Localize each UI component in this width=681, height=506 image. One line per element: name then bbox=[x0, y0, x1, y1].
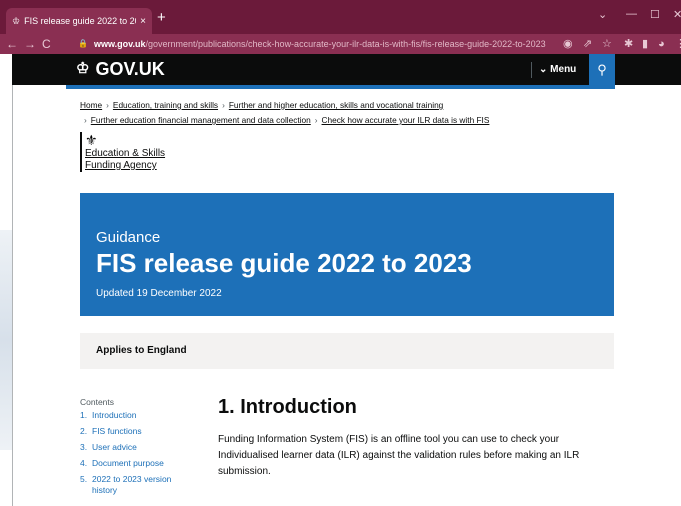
contents-item-link[interactable]: FIS functions bbox=[92, 426, 142, 437]
minimize-icon[interactable]: — bbox=[626, 8, 637, 20]
govuk-logo[interactable]: ♔ GOV.UK bbox=[76, 58, 165, 80]
breadcrumb-chevron-icon: › bbox=[106, 100, 109, 110]
title-banner: Guidance FIS release guide 2022 to 2023 … bbox=[80, 193, 614, 316]
document-type: Guidance bbox=[96, 229, 161, 246]
breadcrumb-check-ilr[interactable]: Check how accurate your ILR data is with… bbox=[322, 115, 490, 125]
breadcrumb-education[interactable]: Education, training and skills bbox=[113, 100, 218, 110]
contents-item-number: 4. bbox=[80, 458, 88, 468]
contents-item[interactable]: 3. User advice bbox=[80, 442, 190, 453]
header-blue-rule bbox=[66, 85, 615, 89]
applies-to-text: Applies to England bbox=[96, 345, 187, 356]
breadcrumb-line-1: Home › Education, training and skills › Furt… bbox=[80, 98, 489, 113]
url-path: /government/publications/check-how-accur… bbox=[145, 39, 546, 49]
updated-date: Updated 19 December 2022 bbox=[96, 288, 222, 299]
forward-icon[interactable]: → bbox=[24, 36, 36, 52]
contents-item-link[interactable]: Document purpose bbox=[92, 458, 164, 469]
browser-menu-icon[interactable]: ⋮ bbox=[675, 36, 681, 52]
contents-item[interactable]: 1. Introduction bbox=[80, 410, 190, 421]
back-icon[interactable]: ← bbox=[6, 36, 18, 52]
side-panel-icon[interactable]: ▮ bbox=[642, 36, 648, 52]
maximize-icon[interactable]: ☐ bbox=[650, 8, 660, 21]
tab-close-icon[interactable]: × bbox=[140, 16, 146, 27]
breadcrumb-home[interactable]: Home bbox=[80, 100, 102, 110]
search-button[interactable]: ⚲ bbox=[589, 54, 615, 85]
page-title: FIS release guide 2022 to 2023 bbox=[96, 248, 472, 278]
breadcrumb-financial-management[interactable]: Further education financial management a… bbox=[91, 115, 311, 125]
contents-item-link[interactable]: 2022 to 2023 version history bbox=[92, 474, 190, 496]
org-name-line-1: Education & Skills bbox=[85, 148, 166, 159]
govuk-favicon-icon: ♔ bbox=[12, 15, 21, 26]
breadcrumb: Home › Education, training and skills › Furt… bbox=[80, 98, 489, 128]
page-left-border bbox=[12, 85, 13, 506]
contents-item-number: 3. bbox=[80, 442, 88, 452]
address-bar[interactable]: 🔒 www.gov.uk /government/publications/ch… bbox=[78, 36, 548, 52]
chevron-down-icon: ⌄ bbox=[539, 64, 548, 75]
close-window-icon[interactable]: ✕ bbox=[673, 8, 681, 21]
background-decoration bbox=[0, 230, 12, 450]
contents-item[interactable]: 2. FIS functions bbox=[80, 426, 190, 437]
breadcrumb-chevron-icon: › bbox=[222, 100, 225, 110]
reload-icon[interactable]: C bbox=[42, 36, 51, 52]
lock-icon: 🔒 bbox=[78, 39, 88, 48]
browser-tab[interactable]: ♔ FIS release guide 2022 to 2023 - × bbox=[6, 8, 152, 34]
share-icon[interactable]: ⇗ bbox=[583, 36, 592, 52]
menu-button[interactable]: ⌄ Menu bbox=[539, 63, 576, 77]
contents-item-number: 1. bbox=[80, 410, 88, 420]
menu-divider bbox=[531, 62, 532, 78]
bookmark-star-icon[interactable]: ☆ bbox=[602, 36, 612, 52]
breadcrumb-chevron-icon: › bbox=[84, 115, 87, 125]
url-domain: www.gov.uk bbox=[93, 39, 146, 49]
breadcrumb-line-2: › Further education financial management … bbox=[80, 113, 489, 128]
tab-title: FIS release guide 2022 to 2023 - bbox=[24, 16, 136, 26]
contents-item[interactable]: 4. Document purpose bbox=[80, 458, 190, 469]
menu-label: Menu bbox=[550, 64, 577, 75]
govuk-header: ♔ GOV.UK ⌄ Menu ⚲ bbox=[12, 54, 681, 85]
applies-to-banner: Applies to England bbox=[80, 333, 614, 369]
google-icon[interactable]: ◉ bbox=[563, 36, 573, 52]
profile-avatar-icon[interactable]: ◕ bbox=[658, 36, 665, 52]
section-heading: 1. Introduction bbox=[218, 396, 357, 418]
contents-item-link[interactable]: Introduction bbox=[92, 410, 136, 421]
browser-tab-bar: ♔ FIS release guide 2022 to 2023 - × + ⌄… bbox=[0, 0, 681, 34]
contents-list: Contents 1. Introduction 2. FIS functions … bbox=[80, 397, 190, 501]
royal-arms-icon: ⚜ bbox=[85, 132, 98, 148]
intro-paragraph: Funding Information System (FIS) is an o… bbox=[218, 434, 580, 477]
extensions-icon[interactable]: ✱ bbox=[624, 36, 633, 52]
contents-item-number: 5. bbox=[80, 474, 88, 484]
govuk-logo-text: GOV.UK bbox=[95, 59, 165, 79]
breadcrumb-chevron-icon: › bbox=[314, 115, 318, 125]
contents-label: Contents bbox=[80, 397, 115, 407]
breadcrumb-further-education[interactable]: Further and higher education, skills and… bbox=[229, 100, 443, 110]
organisation-logo[interactable]: ⚜ Education & Skills Funding Agency bbox=[80, 132, 185, 172]
new-tab-button[interactable]: + bbox=[157, 10, 166, 26]
org-name-line-2: Funding Agency bbox=[85, 160, 157, 171]
browser-toolbar: ← → C 🔒 www.gov.uk /government/publicati… bbox=[0, 34, 681, 54]
tab-search-chevron-icon[interactable]: ⌄ bbox=[598, 8, 607, 21]
contents-item-link[interactable]: User advice bbox=[92, 442, 137, 453]
crown-icon: ♔ bbox=[76, 60, 90, 77]
contents-item-number: 2. bbox=[80, 426, 88, 436]
search-icon: ⚲ bbox=[597, 61, 607, 77]
contents-item[interactable]: 5. 2022 to 2023 version history bbox=[80, 474, 190, 496]
